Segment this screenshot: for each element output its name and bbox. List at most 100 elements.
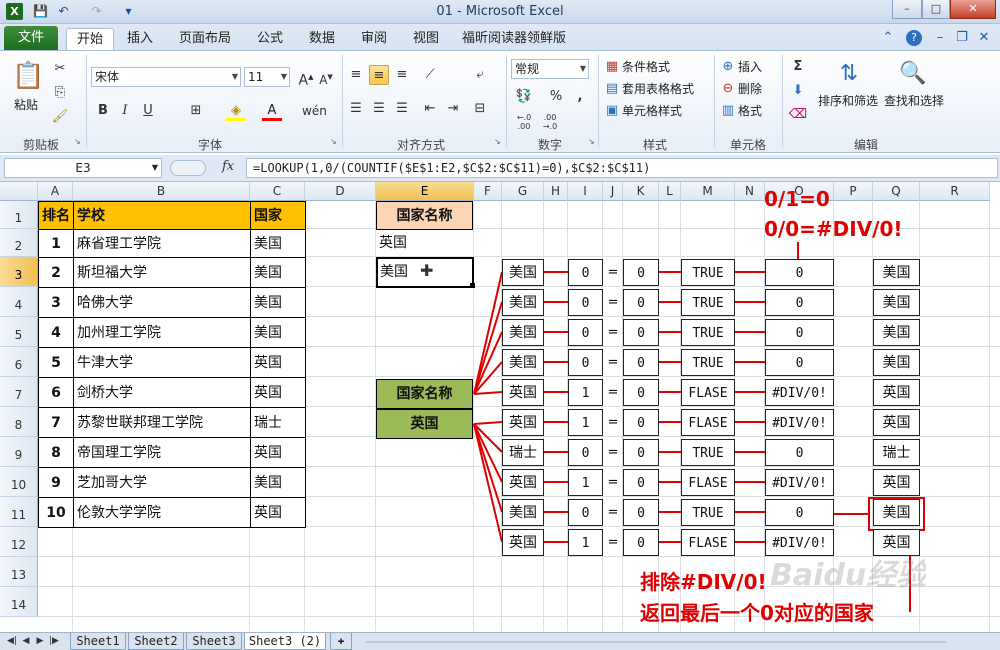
alignment-launcher-icon[interactable]: ↘ — [494, 137, 504, 147]
formula-input[interactable]: =LOOKUP(1,0/(COUNTIF($E$1:E2,$C$2:$C$11)… — [246, 158, 998, 178]
table-cell[interactable]: 伦敦大学学院 — [73, 497, 251, 528]
align-middle-icon[interactable]: ≡ — [369, 65, 389, 85]
format-table-button[interactable]: 套用表格格式 — [622, 79, 694, 99]
table-cell[interactable]: 麻省理工学院 — [73, 229, 251, 258]
cell-styles-icon[interactable]: ▣ — [602, 101, 622, 121]
new-sheet-icon[interactable]: ✚ — [330, 633, 352, 650]
decrease-decimal-icon[interactable]: .00 →.0 — [540, 113, 560, 133]
table-cell[interactable]: 美国 — [250, 287, 306, 318]
decrease-indent-icon[interactable]: ⇤ — [420, 99, 440, 119]
collapse-ribbon-icon[interactable]: ⌃ — [880, 30, 896, 46]
tab-view[interactable]: 视图 — [404, 28, 448, 51]
e2-value[interactable]: 英国 — [379, 229, 469, 257]
format-cells-icon[interactable]: ▥ — [718, 101, 738, 121]
maximize-button[interactable]: □ — [922, 0, 950, 19]
name-box[interactable]: E3 ▼ — [4, 158, 162, 178]
number-format-select[interactable]: 常规 ▼ — [511, 59, 589, 79]
table-cell[interactable]: 牛津大学 — [73, 347, 251, 378]
table-cell[interactable]: 瑞士 — [250, 407, 306, 438]
cut-icon[interactable]: ✂ — [50, 59, 70, 79]
table-cell[interactable]: 6 — [38, 377, 74, 408]
table-cell[interactable]: 英国 — [250, 347, 306, 378]
first-sheet-icon[interactable]: ◀| — [6, 635, 18, 648]
grow-font-icon[interactable]: A▲ — [296, 67, 316, 89]
tab-home[interactable]: 开始 — [66, 28, 114, 51]
insert-cells-icon[interactable]: ⊕ — [718, 57, 738, 77]
table-cell[interactable]: 英国 — [250, 377, 306, 408]
font-name-select[interactable]: 宋体 ▼ — [91, 67, 241, 87]
borders-icon[interactable]: ⊞ — [186, 101, 206, 121]
tab-file[interactable]: 文件 — [4, 26, 58, 50]
wrap-text-icon[interactable]: ⤶ — [470, 65, 490, 85]
clear-icon[interactable]: ⌫ — [788, 105, 808, 125]
comma-style-icon[interactable]: , — [570, 87, 590, 107]
copy-icon[interactable]: ⎘ — [50, 83, 70, 103]
table-cell[interactable]: 10 — [38, 497, 74, 528]
format-table-icon[interactable]: ▤ — [602, 79, 622, 99]
insert-function-icon[interactable]: fx — [222, 159, 234, 174]
table-cell[interactable]: 9 — [38, 467, 74, 498]
autosum-icon[interactable]: Σ — [788, 57, 808, 77]
minimize-button[interactable]: – — [892, 0, 922, 19]
prev-sheet-icon[interactable]: ◀ — [20, 635, 32, 648]
italic-icon[interactable]: I — [115, 101, 135, 121]
table-cell[interactable]: 1 — [38, 229, 74, 258]
table-cell[interactable]: 5 — [38, 347, 74, 378]
bold-icon[interactable]: B — [93, 101, 113, 121]
merge-center-icon[interactable]: ⊟ — [470, 99, 490, 119]
table-cell[interactable]: 英国 — [250, 497, 306, 528]
table-cell[interactable]: 美国 — [250, 467, 306, 498]
tab-foxit[interactable]: 福昕阅读器领鲜版 — [458, 28, 570, 51]
table-cell[interactable]: 帝国理工学院 — [73, 437, 251, 468]
align-left-icon[interactable]: ☰ — [346, 99, 366, 119]
tab-review[interactable]: 审阅 — [352, 28, 396, 51]
clipboard-launcher-icon[interactable]: ↘ — [74, 137, 84, 147]
table-cell[interactable]: 3 — [38, 287, 74, 318]
table-cell[interactable]: 加州理工学院 — [73, 317, 251, 348]
orientation-icon[interactable]: ⟋ — [420, 65, 440, 85]
paste-icon[interactable]: 📋 — [12, 59, 44, 93]
accounting-format-icon[interactable]: 💱 — [514, 87, 534, 107]
align-center-icon[interactable]: ☰ — [369, 99, 389, 119]
delete-cells-icon[interactable]: ⊖ — [718, 79, 738, 99]
table-cell[interactable]: 美国 — [250, 317, 306, 348]
window-restore-icon[interactable]: ❐ — [954, 30, 970, 46]
sheet-tab-2[interactable]: Sheet2 — [128, 633, 184, 650]
phonetic-icon[interactable]: wén — [302, 101, 327, 121]
fill-color-icon[interactable]: ◈ — [226, 101, 246, 121]
format-painter-icon[interactable]: 🖌 — [50, 107, 70, 127]
format-cells-button[interactable]: 格式 — [738, 101, 762, 121]
horizontal-scrollbar[interactable] — [366, 641, 946, 643]
formula-bar-toggle[interactable] — [170, 160, 206, 176]
number-launcher-icon[interactable]: ↘ — [588, 137, 598, 147]
percent-style-icon[interactable]: % — [546, 87, 566, 107]
worksheet-grid[interactable]: ABCDEFGHIJKLMNOPQR 1 2 3 4 5 6 7 8 9 10 11 12 13 14 排… — [0, 182, 1000, 632]
paste-button[interactable]: 粘贴 — [14, 95, 38, 115]
font-launcher-icon[interactable]: ↘ — [330, 137, 340, 147]
sheet-tab-3[interactable]: Sheet3 — [186, 633, 242, 650]
tab-data[interactable]: 数据 — [300, 28, 344, 51]
table-cell[interactable]: 斯坦福大学 — [73, 257, 251, 288]
find-select-button[interactable]: 查找和选择 — [884, 91, 944, 111]
conditional-format-button[interactable]: 条件格式 — [622, 57, 670, 77]
find-select-icon[interactable]: 🔍 — [896, 59, 930, 89]
cell-styles-button[interactable]: 单元格样式 — [622, 101, 682, 121]
table-cell[interactable]: 苏黎世联邦理工学院 — [73, 407, 251, 438]
tab-page-layout[interactable]: 页面布局 — [170, 28, 240, 51]
tab-insert[interactable]: 插入 — [118, 28, 162, 51]
shrink-font-icon[interactable]: A▼ — [316, 67, 336, 87]
last-sheet-icon[interactable]: |▶ — [48, 635, 60, 648]
e1-country-name-header[interactable]: 国家名称 — [376, 201, 473, 230]
increase-decimal-icon[interactable]: ←.0 .00 — [514, 113, 534, 133]
delete-cells-button[interactable]: 删除 — [738, 79, 762, 99]
fill-handle[interactable] — [470, 283, 475, 288]
table-cell[interactable]: 美国 — [250, 229, 306, 258]
close-button[interactable]: ✕ — [950, 0, 996, 19]
underline-icon[interactable]: U — [138, 101, 158, 121]
align-bottom-icon[interactable]: ≡ — [392, 65, 412, 85]
font-color-icon[interactable]: A — [262, 101, 282, 121]
help-icon[interactable]: ? — [906, 30, 922, 46]
table-cell[interactable]: 7 — [38, 407, 74, 438]
fill-icon[interactable]: ⬇ — [788, 81, 808, 101]
window-close-icon[interactable]: ✕ — [976, 30, 992, 46]
